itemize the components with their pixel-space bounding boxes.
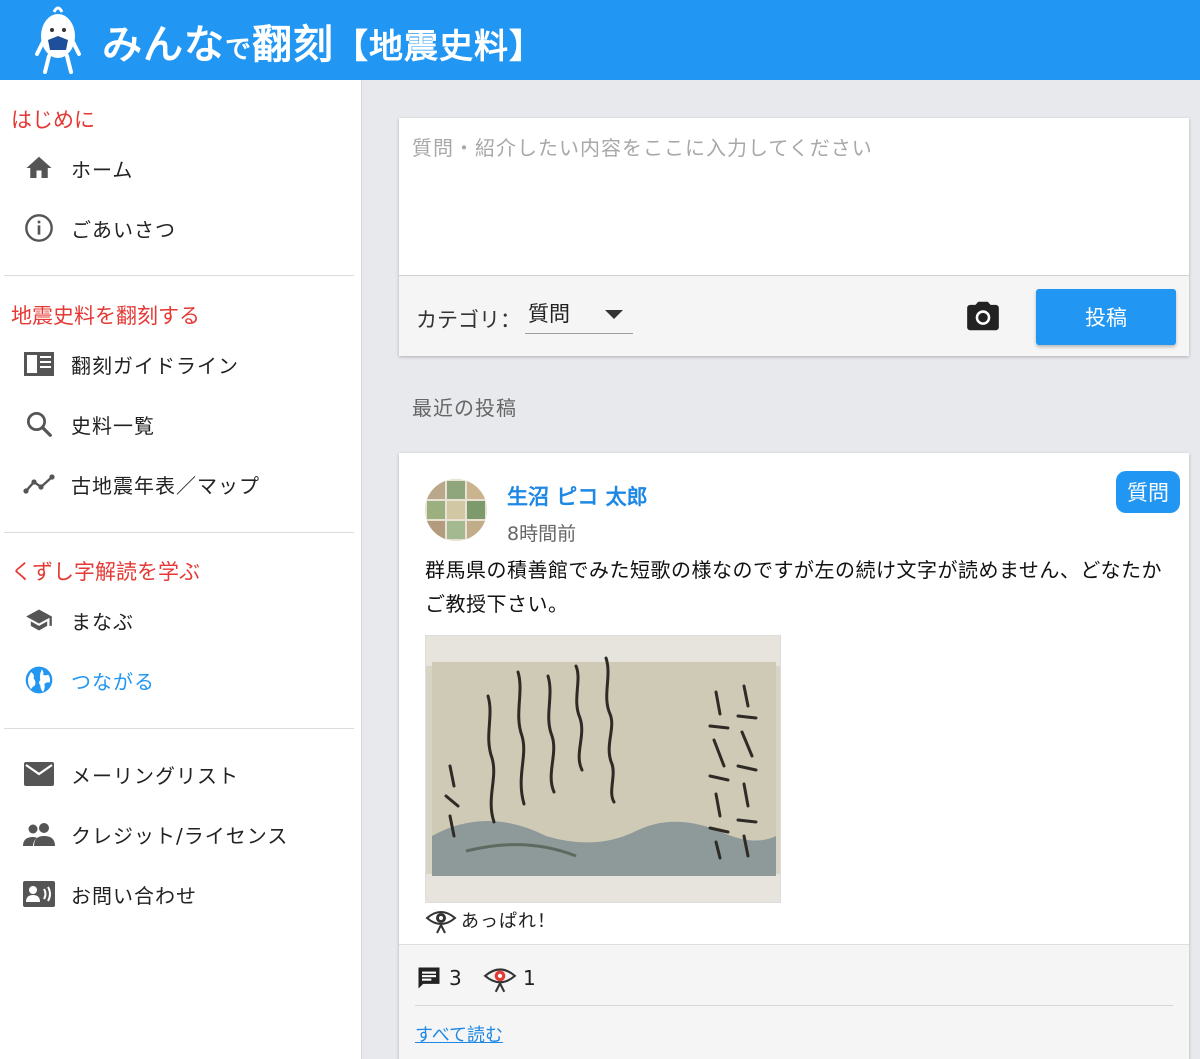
post-photo[interactable] bbox=[425, 635, 781, 903]
sidebar-item-document-list[interactable]: 史料一覧 bbox=[0, 396, 360, 452]
app-title-main: みんな bbox=[102, 22, 225, 68]
app-header: みんなで翻刻【地震史料】 bbox=[0, 0, 1200, 80]
timeline-icon bbox=[22, 467, 56, 501]
sidebar-item-label: つながる bbox=[71, 669, 155, 694]
comment-stat[interactable]: 3 bbox=[415, 963, 462, 993]
read-all-link[interactable]: すべて読む bbox=[415, 1021, 503, 1047]
home-icon bbox=[22, 151, 56, 185]
search-icon bbox=[22, 407, 56, 441]
post-time: 8時間前 bbox=[507, 523, 577, 545]
sidebar-item-label: ごあいさつ bbox=[71, 217, 176, 242]
post-composer: カテゴリ： 質問 投稿 bbox=[399, 118, 1189, 356]
sidebar-item-timeline-map[interactable]: 古地震年表／マップ bbox=[0, 456, 360, 512]
footer-divider bbox=[415, 1005, 1173, 1006]
book-icon bbox=[22, 347, 56, 381]
appare-stat[interactable]: 1 bbox=[483, 963, 536, 993]
category-label: カテゴリ： bbox=[416, 308, 521, 332]
app-title-honkoku: 翻刻 bbox=[252, 22, 335, 68]
sidebar-item-guidelines[interactable]: 翻刻ガイドライン bbox=[0, 336, 360, 392]
sidebar-item-label: 古地震年表／マップ bbox=[71, 473, 260, 498]
eye-appare-icon bbox=[425, 911, 457, 934]
contact-icon bbox=[22, 877, 56, 911]
sidebar-item-connect[interactable]: つながる bbox=[0, 652, 360, 708]
comment-count: 3 bbox=[449, 966, 462, 990]
section-title-learn: くずし字解読を学ぶ bbox=[11, 560, 200, 584]
school-icon bbox=[22, 603, 56, 637]
section-title-intro: はじめに bbox=[11, 108, 95, 132]
post-button[interactable]: 投稿 bbox=[1036, 289, 1176, 345]
sidebar-item-home[interactable]: ホーム bbox=[0, 140, 360, 196]
section-title-transcribe: 地震史料を翻刻する bbox=[11, 304, 200, 328]
sidebar-divider bbox=[4, 728, 354, 729]
composer-toolbar: カテゴリ： 質問 投稿 bbox=[399, 276, 1189, 356]
sidebar-item-label: クレジット/ライセンス bbox=[71, 823, 289, 848]
post-footer: 3 1 すべて読む bbox=[399, 945, 1189, 1059]
appare-label: あっぱれ！ bbox=[461, 911, 556, 932]
camera-icon[interactable] bbox=[964, 297, 1002, 335]
app-title-particle: で bbox=[225, 35, 253, 65]
post-author[interactable]: 生沼 ピコ 太郎 bbox=[507, 481, 648, 511]
info-icon bbox=[22, 211, 56, 245]
app-title[interactable]: みんなで翻刻【地震史料】 bbox=[102, 12, 544, 70]
dropdown-arrow-icon bbox=[605, 310, 623, 319]
post-body: 群馬県の積善館でみた短歌の様なのですが左の続け文字が読めません、どなたかご教授下… bbox=[425, 558, 1162, 616]
app-title-sub: 【地震史料】 bbox=[334, 27, 545, 67]
category-value: 質問 bbox=[528, 302, 570, 326]
sidebar-divider bbox=[4, 275, 354, 276]
comment-icon bbox=[418, 967, 440, 989]
sidebar-item-credits[interactable]: クレジット/ライセンス bbox=[0, 806, 360, 862]
sidebar-item-label: 翻刻ガイドライン bbox=[71, 353, 239, 378]
sidebar-divider bbox=[4, 532, 354, 533]
recent-posts-heading: 最近の投稿 bbox=[412, 396, 517, 420]
avatar[interactable] bbox=[425, 479, 487, 541]
post-card: 生沼 ピコ 太郎 8時間前 質問 群馬県の積善館でみた短歌の様なのですが左の続け… bbox=[399, 453, 1189, 1059]
category-select[interactable]: 質問 bbox=[525, 296, 633, 334]
sidebar: はじめに ホーム ごあいさつ 地震史料を翻刻する 翻刻ガイドライン 史料一覧 古… bbox=[0, 80, 362, 1059]
post-input[interactable] bbox=[399, 118, 1189, 276]
mascot-logo-icon[interactable] bbox=[32, 6, 84, 74]
appare-count: 1 bbox=[523, 966, 536, 990]
sidebar-item-mailing-list[interactable]: メーリングリスト bbox=[0, 746, 360, 802]
people-icon bbox=[22, 817, 56, 851]
category-badge: 質問 bbox=[1116, 471, 1180, 513]
sidebar-item-label: お問い合わせ bbox=[71, 883, 197, 908]
sidebar-item-label: ホーム bbox=[71, 157, 134, 182]
sidebar-item-contact[interactable]: お問い合わせ bbox=[0, 866, 360, 922]
sidebar-item-greeting[interactable]: ごあいさつ bbox=[0, 200, 360, 256]
appare-button[interactable]: あっぱれ！ bbox=[425, 905, 556, 935]
sidebar-item-learn[interactable]: まなぶ bbox=[0, 592, 360, 648]
globe-icon bbox=[22, 663, 56, 697]
mail-icon bbox=[22, 757, 56, 791]
sidebar-item-label: 史料一覧 bbox=[71, 413, 155, 438]
sidebar-item-label: メーリングリスト bbox=[71, 763, 239, 788]
appare-count-icon bbox=[483, 968, 517, 993]
sidebar-item-label: まなぶ bbox=[71, 609, 134, 634]
